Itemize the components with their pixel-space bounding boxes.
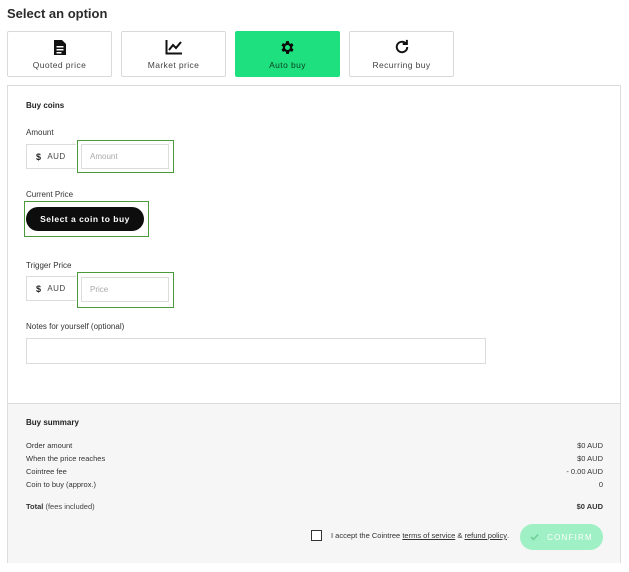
select-coin-button[interactable]: Select a coin to buy bbox=[26, 207, 144, 231]
amount-currency: $ AUD bbox=[26, 144, 76, 169]
confirm-label: CONFIRM bbox=[547, 532, 593, 542]
tab-recurring-buy[interactable]: Recurring buy bbox=[349, 31, 454, 77]
chart-line-icon bbox=[164, 37, 184, 57]
summary-row-value: $0 AUD bbox=[577, 454, 603, 463]
summary-row-value: 0 bbox=[598, 480, 603, 489]
amount-input[interactable] bbox=[81, 144, 169, 169]
confirm-button[interactable]: CONFIRM bbox=[520, 524, 603, 550]
summary-title: Buy summary bbox=[26, 418, 79, 427]
currency-code: AUD bbox=[47, 284, 66, 293]
summary-row-label: Order amount bbox=[26, 441, 73, 450]
amount-label: Amount bbox=[26, 128, 54, 137]
price-input[interactable] bbox=[81, 277, 169, 302]
terms-link[interactable]: terms of service bbox=[402, 531, 455, 540]
accept-amp: & bbox=[457, 531, 463, 540]
tab-auto-buy[interactable]: Auto buy bbox=[235, 31, 340, 77]
tab-market-price[interactable]: Market price bbox=[121, 31, 226, 77]
notes-label: Notes for yourself (optional) bbox=[26, 322, 125, 331]
buy-form-card: Buy coins Amount $ AUD Current Price Sel… bbox=[7, 85, 621, 563]
dollar-icon: $ bbox=[36, 151, 42, 162]
tab-label: Recurring buy bbox=[372, 60, 431, 70]
currency-code: AUD bbox=[47, 152, 66, 161]
total-value: $0 AUD bbox=[576, 502, 603, 511]
tab-label: Market price bbox=[147, 60, 200, 70]
option-tabs: Quoted price Market price Auto buy Recur… bbox=[7, 31, 463, 77]
summary-row: When the price reaches $0 AUD bbox=[26, 454, 603, 463]
summary-row: Order amount $0 AUD bbox=[26, 441, 603, 450]
accept-terms: I accept the Cointree terms of service &… bbox=[311, 530, 509, 541]
accept-suffix: . bbox=[506, 531, 510, 540]
notes-input[interactable] bbox=[26, 338, 486, 364]
accept-checkbox[interactable] bbox=[311, 530, 322, 541]
tab-quoted-price[interactable]: Quoted price bbox=[7, 31, 112, 77]
check-icon bbox=[530, 533, 539, 541]
tab-label: Quoted price bbox=[32, 60, 87, 70]
tab-label: Auto buy bbox=[269, 60, 306, 70]
refund-link[interactable]: refund policy bbox=[464, 531, 507, 540]
summary-row-label: Cointree fee bbox=[26, 467, 67, 476]
price-currency: $ AUD bbox=[26, 276, 76, 301]
summary-row-label: Coin to buy (approx.) bbox=[26, 480, 97, 489]
gear-icon bbox=[278, 37, 298, 57]
trigger-price-label: Trigger Price bbox=[26, 261, 72, 270]
summary-total-row: Total (fees included) $0 AUD bbox=[26, 502, 603, 511]
buy-summary: Buy summary Order amount $0 AUD When the… bbox=[8, 403, 620, 563]
section-title: Buy coins bbox=[26, 101, 65, 110]
current-price-label: Current Price bbox=[26, 190, 74, 199]
summary-row: Cointree fee - 0.00 AUD bbox=[26, 467, 603, 476]
summary-row-value: - 0.00 AUD bbox=[566, 467, 603, 476]
total-note: (fees included) bbox=[45, 502, 95, 511]
refresh-icon bbox=[392, 37, 412, 57]
summary-row-label: When the price reaches bbox=[26, 454, 106, 463]
accept-prefix: I accept the Cointree bbox=[331, 531, 401, 540]
document-icon bbox=[50, 37, 70, 57]
total-label: Total bbox=[26, 502, 44, 511]
summary-row-value: $0 AUD bbox=[577, 441, 603, 450]
page-title: Select an option bbox=[7, 6, 108, 21]
dollar-icon: $ bbox=[36, 283, 42, 294]
summary-row: Coin to buy (approx.) 0 bbox=[26, 480, 603, 489]
